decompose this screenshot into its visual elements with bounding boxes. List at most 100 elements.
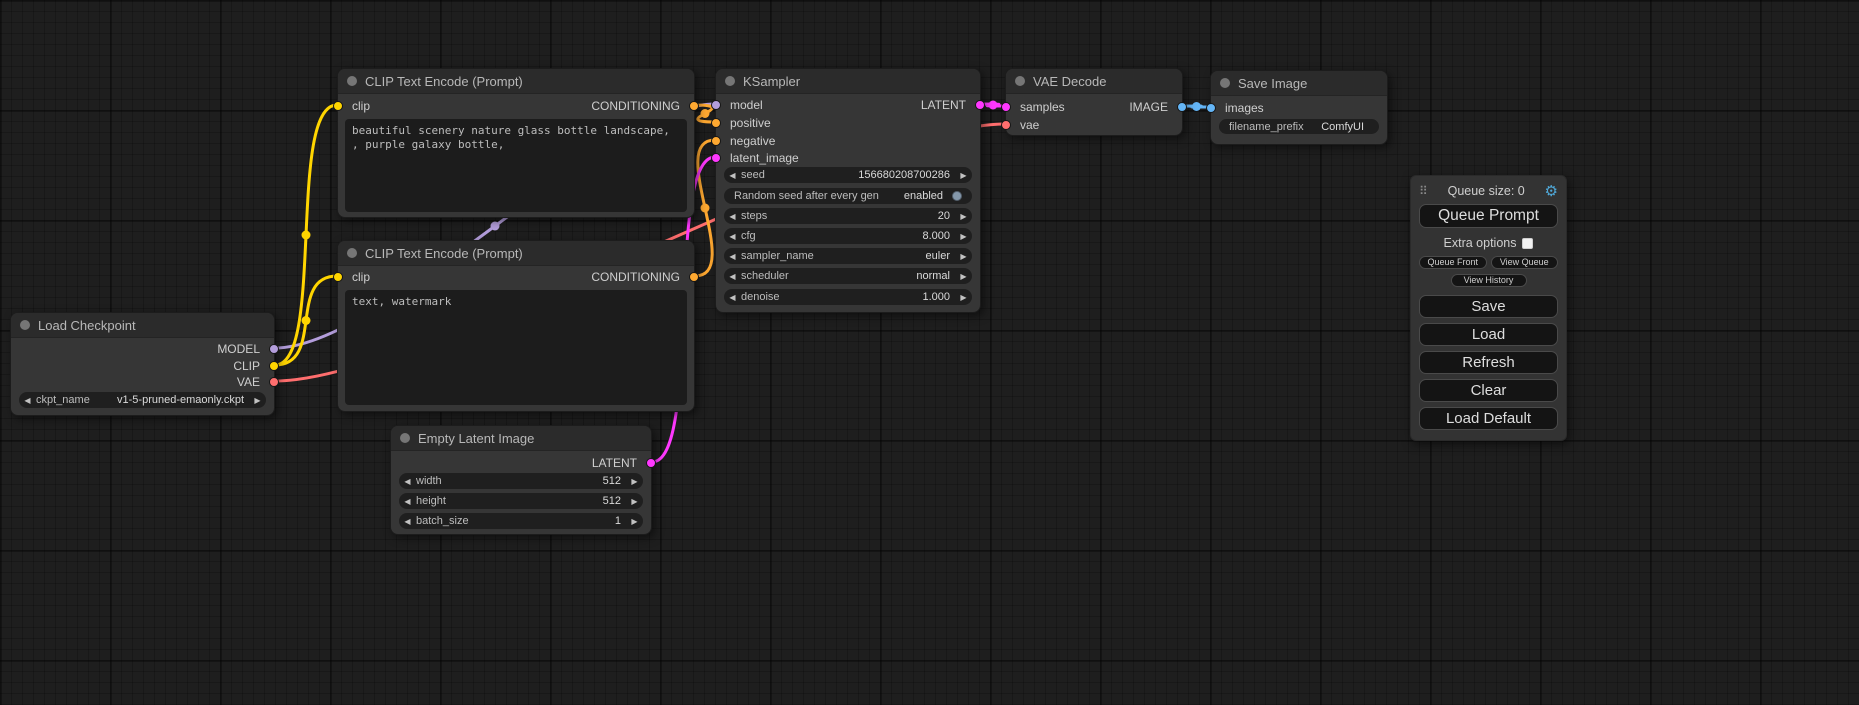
output-port-conditioning[interactable] [689,101,699,111]
widget-value: enabled [879,190,948,202]
decrement-arrow-icon[interactable]: ◀ [724,171,741,180]
load-button[interactable]: Load [1419,323,1558,346]
decrement-arrow-icon[interactable]: ◀ [724,293,741,302]
increment-arrow-icon[interactable]: ▶ [626,477,643,486]
increment-arrow-icon[interactable]: ▶ [955,212,972,221]
widget-sampler-name[interactable]: ◀ sampler_name euler ▶ [724,248,972,264]
node-save-image[interactable]: Save Image images filename_prefix ComfyU… [1210,70,1388,145]
widget-filename-prefix[interactable]: filename_prefix ComfyUI [1219,119,1379,134]
decrement-arrow-icon[interactable]: ◀ [724,212,741,221]
widget-value: 1 [469,515,626,527]
collapse-toggle-icon[interactable] [1015,76,1025,86]
output-port-clip[interactable] [269,361,279,371]
widget-steps[interactable]: ◀ steps 20 ▶ [724,208,972,224]
load-default-button[interactable]: Load Default [1419,407,1558,430]
input-port-negative[interactable] [711,136,721,146]
node-clip-text-encode-positive[interactable]: CLIP Text Encode (Prompt) clip CONDITION… [337,68,695,218]
node-clip-text-encode-negative[interactable]: CLIP Text Encode (Prompt) clip CONDITION… [337,240,695,412]
increment-arrow-icon[interactable]: ▶ [626,517,643,526]
view-history-button[interactable]: View History [1451,274,1527,287]
widget-height[interactable]: ◀ height 512 ▶ [399,493,643,509]
decrement-arrow-icon[interactable]: ◀ [399,477,416,486]
input-port-positive[interactable] [711,118,721,128]
decrement-arrow-icon[interactable]: ◀ [724,232,741,241]
node-graph-canvas[interactable]: Load Checkpoint MODEL CLIP VAE ◀ ckpt_na… [0,0,1859,705]
widget-ckpt-name[interactable]: ◀ ckpt_name v1-5-pruned-emaonly.ckpt ▶ [19,392,266,408]
output-port-image[interactable] [1177,102,1187,112]
node-title: CLIP Text Encode (Prompt) [365,74,523,89]
widget-name: filename_prefix [1229,121,1304,133]
input-port-samples[interactable] [1001,102,1011,112]
increment-arrow-icon[interactable]: ▶ [955,272,972,281]
input-port-clip[interactable] [333,101,343,111]
input-port-clip[interactable] [333,272,343,282]
extra-options-checkbox[interactable] [1522,238,1533,249]
node-vae-decode-titlebar[interactable]: VAE Decode [1006,69,1182,94]
drag-handle-icon[interactable]: ⠿ [1419,184,1428,198]
settings-gear-icon[interactable]: ⚙ [1545,184,1558,199]
widget-seed[interactable]: ◀ seed 156680208700286 ▶ [724,167,972,183]
save-button[interactable]: Save [1419,295,1558,318]
increment-arrow-icon[interactable]: ▶ [955,252,972,261]
input-port-latent-image[interactable] [711,153,721,163]
node-empty-latent-titlebar[interactable]: Empty Latent Image [391,426,651,451]
queue-prompt-button[interactable]: Queue Prompt [1419,204,1558,228]
widget-scheduler[interactable]: ◀ scheduler normal ▶ [724,268,972,284]
output-label-vae: VAE [237,375,260,389]
widget-width[interactable]: ◀ width 512 ▶ [399,473,643,489]
widget-value: 8.000 [756,230,955,242]
output-label-conditioning: CONDITIONING [591,99,680,113]
widget-value: normal [789,270,955,282]
node-ksampler-titlebar[interactable]: KSampler [716,69,980,94]
collapse-toggle-icon[interactable] [400,433,410,443]
output-port-latent[interactable] [646,458,656,468]
widget-cfg[interactable]: ◀ cfg 8.000 ▶ [724,228,972,244]
clear-button[interactable]: Clear [1419,379,1558,402]
collapse-toggle-icon[interactable] [347,76,357,86]
increment-arrow-icon[interactable]: ▶ [626,497,643,506]
node-ksampler[interactable]: KSampler model positive negative latent_… [715,68,981,313]
prompt-textarea[interactable]: text, watermark [345,290,687,405]
toggle-knob-icon[interactable] [952,191,962,201]
output-label-latent: LATENT [592,456,637,470]
output-port-conditioning[interactable] [689,272,699,282]
node-save-image-titlebar[interactable]: Save Image [1211,71,1387,96]
input-port-model[interactable] [711,100,721,110]
increment-arrow-icon[interactable]: ▶ [955,171,972,180]
output-label-model: MODEL [217,342,260,356]
collapse-toggle-icon[interactable] [20,320,30,330]
output-port-vae[interactable] [269,377,279,387]
prompt-textarea[interactable]: beautiful scenery nature glass bottle la… [345,119,687,212]
view-queue-button[interactable]: View Queue [1491,256,1559,269]
node-clip-negative-titlebar[interactable]: CLIP Text Encode (Prompt) [338,241,694,266]
node-clip-positive-titlebar[interactable]: CLIP Text Encode (Prompt) [338,69,694,94]
widget-denoise[interactable]: ◀ denoise 1.000 ▶ [724,289,972,305]
increment-arrow-icon[interactable]: ▶ [955,232,972,241]
queue-front-button[interactable]: Queue Front [1419,256,1487,269]
increment-arrow-icon[interactable]: ▶ [249,396,266,405]
decrement-arrow-icon[interactable]: ◀ [399,497,416,506]
decrement-arrow-icon[interactable]: ◀ [724,252,741,261]
output-port-latent[interactable] [975,100,985,110]
node-title: VAE Decode [1033,74,1106,89]
refresh-button[interactable]: Refresh [1419,351,1558,374]
widget-batch-size[interactable]: ◀ batch_size 1 ▶ [399,513,643,529]
node-empty-latent-image[interactable]: Empty Latent Image LATENT ◀ width 512 ▶ … [390,425,652,535]
increment-arrow-icon[interactable]: ▶ [955,293,972,302]
extra-options-label: Extra options [1444,236,1517,250]
decrement-arrow-icon[interactable]: ◀ [399,517,416,526]
input-port-vae[interactable] [1001,120,1011,130]
widget-random-seed-toggle[interactable]: Random seed after every gen enabled [724,188,972,204]
node-vae-decode[interactable]: VAE Decode samples vae IMAGE [1005,68,1183,136]
collapse-toggle-icon[interactable] [347,248,357,258]
input-port-images[interactable] [1206,103,1216,113]
decrement-arrow-icon[interactable]: ◀ [19,396,36,405]
decrement-arrow-icon[interactable]: ◀ [724,272,741,281]
node-load-checkpoint[interactable]: Load Checkpoint MODEL CLIP VAE ◀ ckpt_na… [10,312,275,416]
output-port-model[interactable] [269,344,279,354]
collapse-toggle-icon[interactable] [725,76,735,86]
widget-name: batch_size [416,515,469,527]
collapse-toggle-icon[interactable] [1220,78,1230,88]
widget-value: 512 [446,495,626,507]
node-load-checkpoint-titlebar[interactable]: Load Checkpoint [11,313,274,338]
